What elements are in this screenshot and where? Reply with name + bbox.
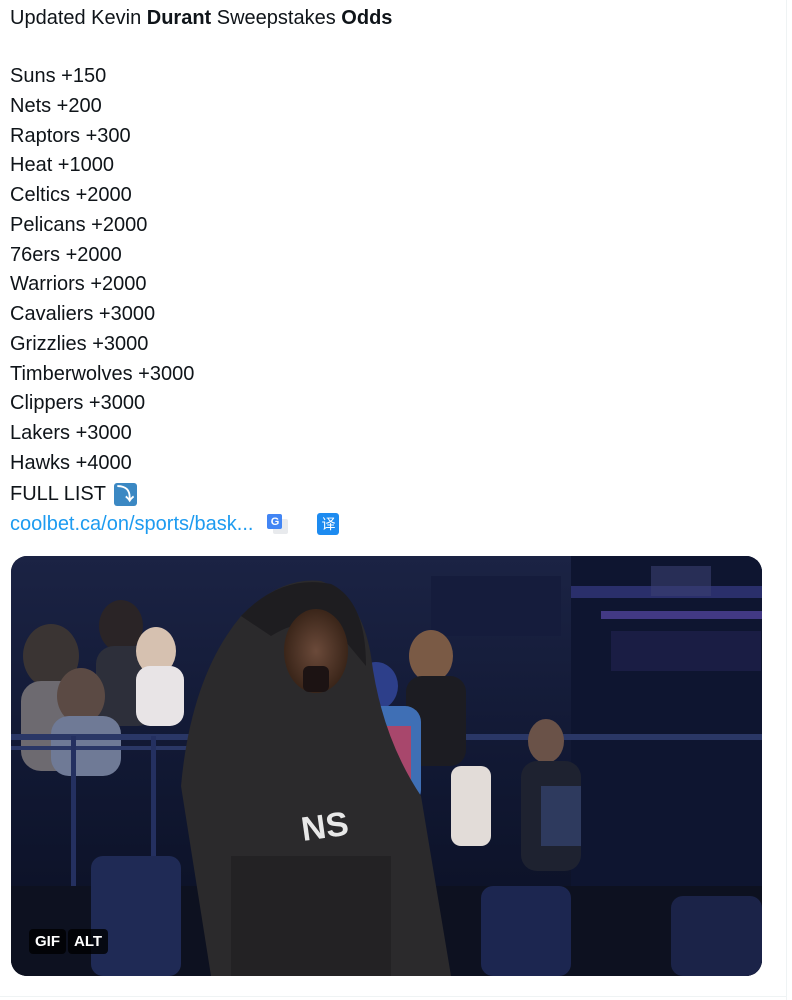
title-bold-odds: Odds [341, 7, 393, 29]
tweet-bottom-divider [0, 996, 786, 997]
google-translate-icon-front: G [267, 514, 283, 529]
odds-item: Hawks +4000 [10, 451, 132, 474]
full-list-label: FULL LIST [10, 483, 106, 505]
odds-item: Clippers +3000 [10, 392, 146, 415]
full-list-row: FULL LIST ⤵ [10, 479, 137, 509]
gif-media[interactable]: NS GIF ALT [11, 556, 762, 976]
title-text-2: Sweepstakes [211, 7, 342, 29]
title-text-1: Updated Kevin [10, 7, 147, 29]
odds-item: Suns +150 [10, 65, 107, 87]
odds-item: Celtics +2000 [10, 184, 132, 206]
gif-frame-image: NS [11, 556, 762, 976]
odds-list: Suns +150 Nets +200 Raptors +300 Heat +1… [10, 62, 194, 479]
odds-item: Heat +1000 [10, 154, 114, 177]
media-badges: GIF ALT [29, 929, 109, 954]
google-translate-icon[interactable]: G [267, 513, 289, 535]
column-divider [786, 0, 787, 1000]
odds-item: Nets +200 [10, 94, 102, 117]
title-bold-durant: Durant [146, 7, 212, 29]
tweet-title: Updated Kevin Durant Sweepstakes Odds [10, 4, 392, 32]
odds-item: 76ers +2000 [10, 243, 122, 266]
hoodie-lettering: NS [299, 805, 351, 849]
odds-item: Warriors +2000 [10, 273, 147, 296]
link-row: coolbet.ca/on/sports/bask... G 译 [10, 509, 340, 539]
arrow-right-curving-down-icon: ⤵ [113, 482, 137, 506]
odds-item: Raptors +300 [10, 124, 131, 147]
translate-cn-icon[interactable]: 译 [317, 513, 340, 535]
odds-item: Lakers +3000 [10, 422, 132, 444]
coolbet-link[interactable]: coolbet.ca/on/sports/bask... [10, 513, 253, 536]
gif-badge: GIF [29, 929, 66, 954]
alt-badge[interactable]: ALT [68, 929, 109, 954]
odds-item: Cavaliers +3000 [10, 303, 156, 325]
odds-item: Timberwolves +3000 [10, 362, 195, 385]
odds-item: Grizzlies +3000 [10, 332, 149, 355]
odds-item: Pelicans +2000 [10, 213, 148, 236]
